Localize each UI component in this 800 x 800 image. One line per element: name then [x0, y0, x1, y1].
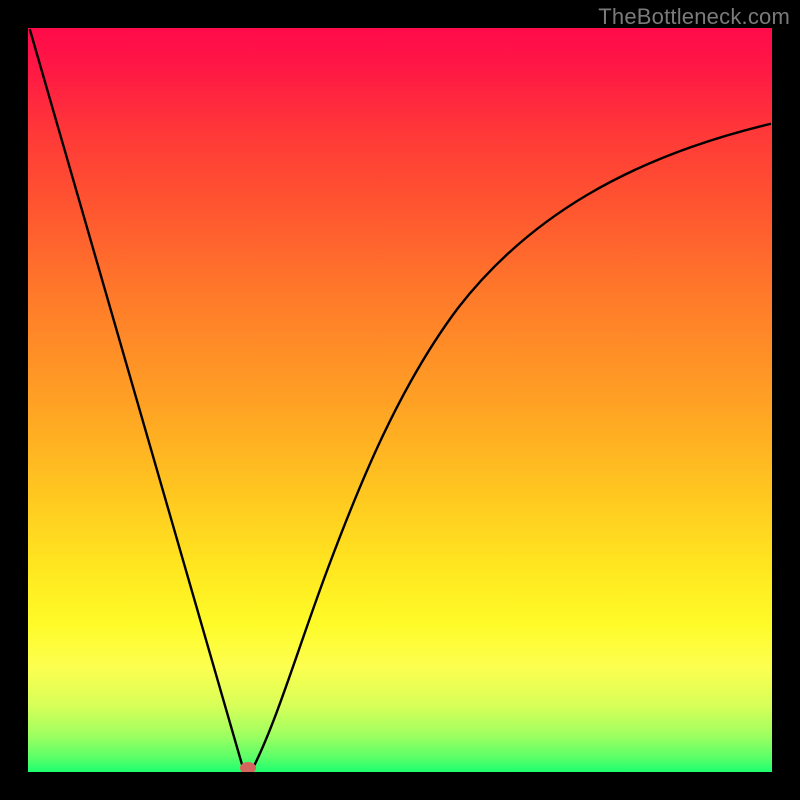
curve-layer [28, 28, 772, 772]
watermark-text: TheBottleneck.com [598, 4, 790, 30]
plot-area [28, 28, 772, 772]
chart-frame: TheBottleneck.com [0, 0, 800, 800]
curve-left [30, 30, 243, 768]
curve-right [253, 124, 770, 768]
